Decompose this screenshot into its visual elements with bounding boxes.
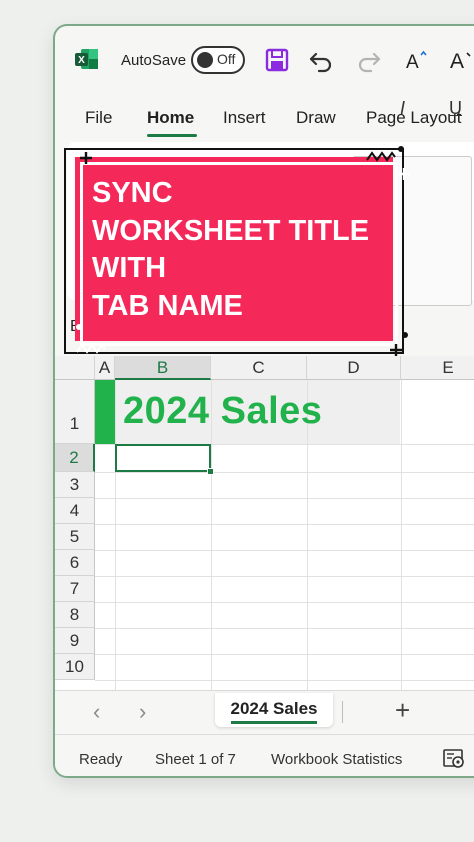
status-ready: Ready	[79, 751, 123, 768]
tab-separator	[342, 701, 343, 723]
plus-mark-icon	[390, 344, 402, 356]
accessibility-checker-icon[interactable]	[443, 749, 465, 769]
row-header-7[interactable]: 7	[55, 576, 95, 602]
dot-icon	[398, 146, 404, 152]
column-header-a[interactable]: A	[95, 356, 115, 380]
increase-font-icon[interactable]: A	[403, 46, 431, 74]
tab-home[interactable]: Home	[147, 108, 194, 128]
grid-line	[95, 602, 474, 603]
redo-icon[interactable]	[355, 46, 383, 74]
zigzag-icon	[366, 151, 396, 162]
grid-line	[95, 498, 474, 499]
status-sheet-count: Sheet 1 of 7	[155, 751, 236, 768]
title-accent-bar	[95, 380, 115, 444]
grid-line	[95, 524, 474, 525]
row-header-8[interactable]: 8	[55, 602, 95, 628]
row-header-5[interactable]: 5	[55, 524, 95, 550]
row-header-1[interactable]: 1	[55, 380, 95, 444]
svg-text:A: A	[450, 50, 464, 73]
row-header-10[interactable]: 10	[55, 654, 95, 680]
column-header-e[interactable]: E	[401, 356, 474, 380]
autosave-state: Off	[217, 51, 236, 67]
grid-line	[95, 550, 474, 551]
grid-line	[401, 380, 402, 690]
select-all-corner[interactable]	[55, 356, 95, 380]
save-icon[interactable]	[263, 46, 291, 74]
status-bar: Ready Sheet 1 of 7 Workbook Statistics	[55, 734, 474, 776]
sheet-tab-2024-sales[interactable]: 2024 Sales	[215, 693, 333, 727]
sheet-tab-label: 2024 Sales	[230, 699, 318, 724]
active-tab-indicator	[147, 134, 197, 137]
grid-line	[95, 628, 474, 629]
grid-line	[95, 654, 474, 655]
row-header-4[interactable]: 4	[55, 498, 95, 524]
column-header-d[interactable]: D	[307, 356, 401, 380]
decrease-font-icon[interactable]: A	[447, 46, 474, 74]
tab-draw[interactable]: Draw	[296, 108, 336, 128]
ribbon-tabs: File Home Insert Draw Page Layout	[55, 104, 474, 144]
autosave-toggle[interactable]: Off	[191, 46, 245, 74]
zigzag-icon	[76, 343, 106, 354]
tab-page-layout[interactable]: Page Layout	[366, 108, 461, 128]
column-header-b[interactable]: B	[115, 356, 211, 380]
promo-line: WITH	[92, 252, 167, 284]
column-header-c[interactable]: C	[211, 356, 307, 380]
dot-icon	[76, 324, 82, 330]
excel-window: X AutoSave Off A A File Home Insert Draw…	[53, 24, 474, 778]
sheet-tab-bar: ‹ › 2024 Sales +	[55, 690, 474, 734]
promo-line: SYNC	[92, 177, 173, 209]
add-sheet-button[interactable]: +	[395, 695, 410, 726]
fill-handle[interactable]	[207, 468, 214, 475]
grid-line	[115, 380, 116, 690]
chevron-right-icon[interactable]: ›	[139, 699, 146, 725]
svg-text:X: X	[78, 55, 85, 66]
promo-line: WORKSHEET TITLE	[92, 214, 370, 247]
toggle-knob	[197, 52, 213, 68]
italic-button[interactable]: I	[400, 98, 405, 119]
row-header-2[interactable]: 2	[55, 444, 95, 472]
row-header-3[interactable]: 3	[55, 472, 95, 498]
promo-headline: SYNC WORKSHEET TITLE WITH TAB NAME	[92, 175, 387, 325]
row-header-9[interactable]: 9	[55, 628, 95, 654]
svg-text:A: A	[406, 52, 419, 73]
undo-icon[interactable]	[307, 46, 335, 74]
title-cell-text[interactable]: 2024 Sales	[123, 390, 322, 433]
underline-button[interactable]: U	[449, 98, 462, 119]
dot-icon	[402, 332, 408, 338]
active-cell-b2[interactable]	[115, 444, 214, 475]
plus-mark-icon	[80, 152, 92, 164]
workbook-statistics-button[interactable]: Workbook Statistics	[271, 751, 402, 768]
autosave-label: AutoSave	[121, 52, 187, 69]
grid-line	[95, 472, 474, 473]
row-header-6[interactable]: 6	[55, 550, 95, 576]
tab-insert[interactable]: Insert	[223, 108, 266, 128]
title-bar: X AutoSave Off A A	[55, 26, 474, 94]
grid-line	[95, 680, 474, 681]
chevron-left-icon[interactable]: ‹	[93, 699, 100, 725]
plus-mark-icon	[398, 168, 410, 180]
promo-line: TAB NAME	[92, 289, 243, 322]
grid-line	[95, 576, 474, 577]
excel-logo-icon: X	[75, 49, 98, 69]
tab-file[interactable]: File	[85, 108, 112, 128]
worksheet-grid[interactable]: A B C D E 1 2 3 4 5 6 7 8 9 10 2024 Sale	[55, 356, 474, 690]
